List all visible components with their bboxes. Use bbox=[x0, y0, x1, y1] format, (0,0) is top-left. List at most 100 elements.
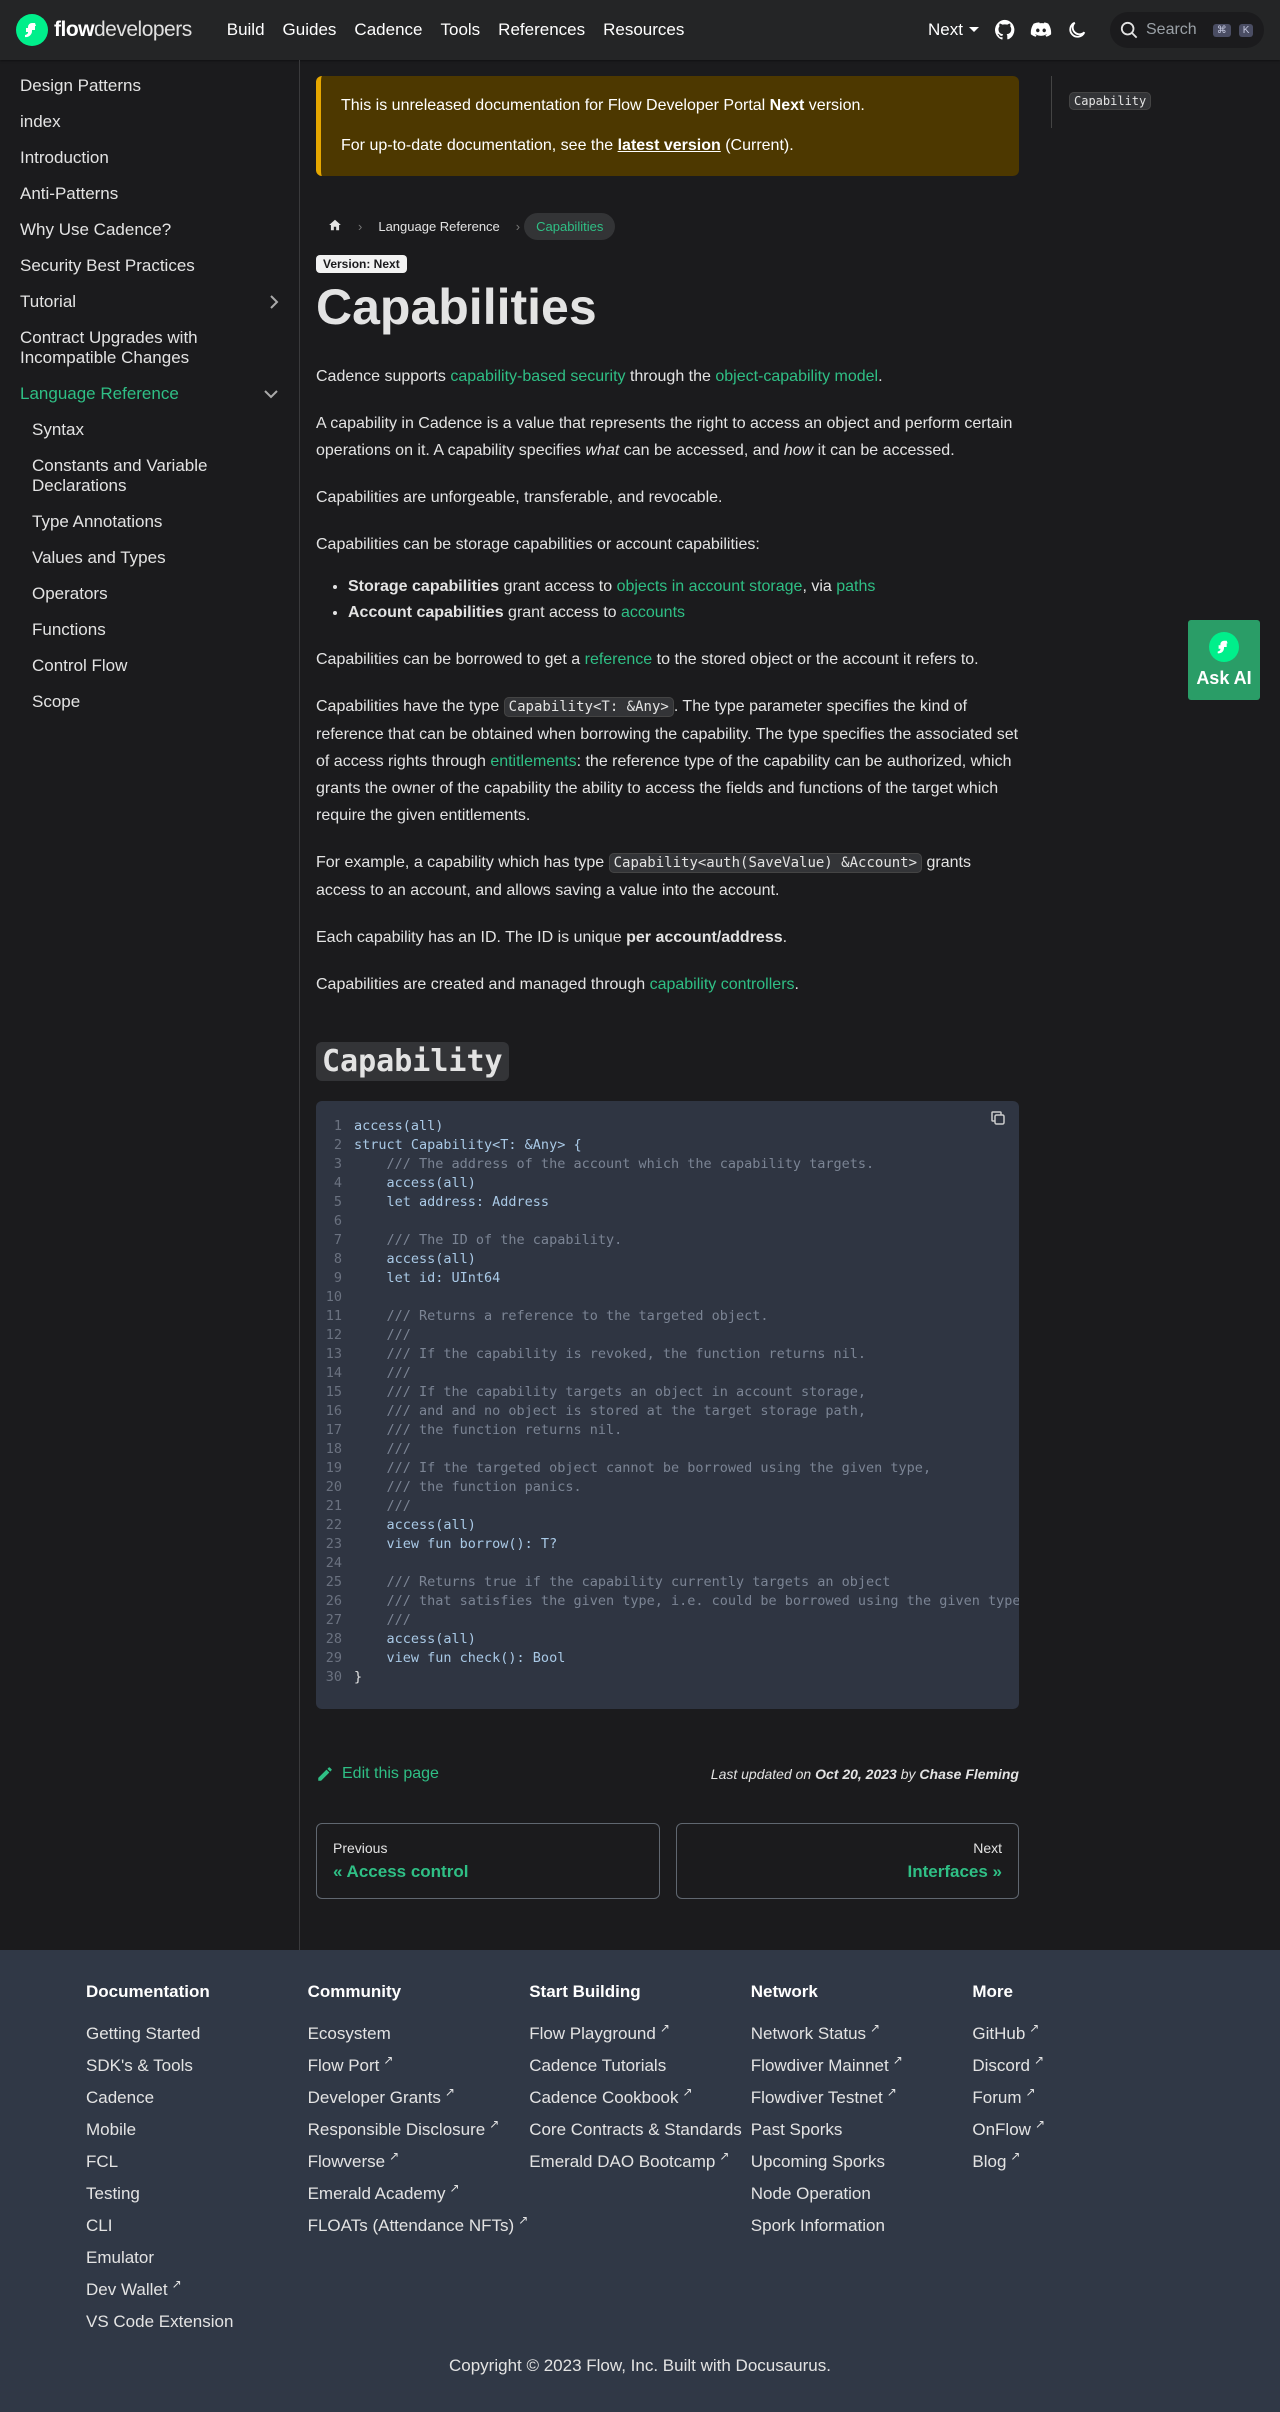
paragraph-4: Capabilities can be storage capabilities… bbox=[316, 536, 760, 553]
sidebar-item-label: Security Best Practices bbox=[20, 256, 195, 275]
object-capability-model-link[interactable]: object-capability model bbox=[715, 368, 878, 385]
footer-link[interactable]: Testing bbox=[86, 2178, 308, 2210]
sidebar-item-syntax[interactable]: Syntax bbox=[12, 412, 287, 448]
footer-link-label: Emerald Academy bbox=[307, 2184, 446, 2203]
line-number: 8 bbox=[333, 1251, 342, 1267]
footer-link[interactable]: Upcoming Sporks bbox=[751, 2146, 973, 2178]
footer-link[interactable]: Mobile bbox=[86, 2114, 308, 2146]
sidebar-item-index[interactable]: index bbox=[12, 104, 287, 140]
footer-link[interactable]: Emulator bbox=[86, 2242, 308, 2274]
footer-link[interactable]: FLOATs (Attendance NFTs) ↗ bbox=[308, 2210, 530, 2242]
nav-tools[interactable]: Tools bbox=[431, 20, 489, 40]
footer-link[interactable]: Dev Wallet ↗ bbox=[86, 2274, 308, 2306]
sidebar-item-introduction[interactable]: Introduction bbox=[12, 140, 287, 176]
sidebar-item-security[interactable]: Security Best Practices bbox=[12, 248, 287, 284]
capability-based-security-link[interactable]: capability-based security bbox=[450, 368, 625, 385]
sidebar-item-design-patterns[interactable]: Design Patterns bbox=[12, 68, 287, 104]
sidebar-item-why-use-cadence[interactable]: Why Use Cadence? bbox=[12, 212, 287, 248]
sidebar-item-contract-upgrades[interactable]: Contract Upgrades with Incompatible Chan… bbox=[12, 320, 287, 376]
kbd-cmd: ⌘ bbox=[1212, 23, 1231, 37]
chevron-down-icon bbox=[969, 27, 979, 32]
paths-link[interactable]: paths bbox=[836, 578, 875, 595]
breadcrumb-home[interactable] bbox=[316, 212, 354, 241]
sidebar-item-constants[interactable]: Constants and Variable Declarations bbox=[12, 448, 287, 504]
footer-link[interactable]: Past Sporks bbox=[751, 2114, 973, 2146]
ask-ai-button[interactable]: Ask AI bbox=[1188, 620, 1260, 700]
footer-link[interactable]: Flowdiver Mainnet ↗ bbox=[751, 2050, 973, 2082]
nav-cadence[interactable]: Cadence bbox=[345, 20, 431, 40]
code-line: 18 /// bbox=[316, 1440, 1019, 1459]
code-line: 24 bbox=[316, 1554, 1019, 1573]
next-page-link[interactable]: Next Interfaces » bbox=[675, 1823, 1019, 1899]
footer-link[interactable]: GitHub ↗ bbox=[972, 2018, 1194, 2050]
sidebar-item-label: Introduction bbox=[20, 148, 109, 167]
footer-link[interactable]: OnFlow ↗ bbox=[972, 2114, 1194, 2146]
logo[interactable]: flowdevelopers bbox=[16, 14, 192, 46]
accounts-link[interactable]: accounts bbox=[621, 604, 685, 621]
sidebar-item-type-annotations[interactable]: Type Annotations bbox=[12, 504, 287, 540]
version-dropdown[interactable]: Next bbox=[928, 20, 980, 40]
sidebar-item-scope[interactable]: Scope bbox=[12, 684, 287, 720]
footer-link[interactable]: Flow Port ↗ bbox=[308, 2050, 530, 2082]
copy-icon[interactable] bbox=[989, 1109, 1007, 1127]
line-number: 17 bbox=[325, 1422, 342, 1438]
footer-link[interactable]: Core Contracts & Standards bbox=[529, 2114, 751, 2146]
code-line: 14 /// bbox=[316, 1364, 1019, 1383]
footer-link[interactable]: Emerald Academy ↗ bbox=[308, 2178, 530, 2210]
sidebar-item-values-and-types[interactable]: Values and Types bbox=[12, 540, 287, 576]
footer-link[interactable]: Forum ↗ bbox=[972, 2082, 1194, 2114]
moon-icon[interactable] bbox=[1066, 19, 1088, 41]
objects-in-account-storage-link[interactable]: objects in account storage bbox=[617, 578, 803, 595]
footer-link[interactable]: CLI bbox=[86, 2210, 308, 2242]
footer-link-label: Mobile bbox=[86, 2120, 137, 2139]
reference-link[interactable]: reference bbox=[585, 651, 653, 668]
edit-this-page-link[interactable]: Edit this page bbox=[316, 1765, 439, 1783]
footer-link-label: Emulator bbox=[86, 2248, 155, 2267]
entitlements-link[interactable]: entitlements bbox=[490, 753, 576, 770]
footer-link-label: Cadence Tutorials bbox=[529, 2056, 667, 2075]
sidebar-item-language-reference[interactable]: Language Reference bbox=[12, 376, 287, 412]
footer-link[interactable]: FCL bbox=[86, 2146, 308, 2178]
nav-guides[interactable]: Guides bbox=[274, 20, 346, 40]
footer-column: Network Network Status ↗ Flowdiver Mainnet ↗… bbox=[751, 1982, 973, 2338]
footer-link[interactable]: Flow Playground ↗ bbox=[529, 2018, 751, 2050]
capability-controllers-link[interactable]: capability controllers bbox=[650, 976, 795, 993]
previous-page-link[interactable]: Previous « Access control bbox=[316, 1823, 660, 1899]
chevron-right-icon[interactable] bbox=[269, 294, 279, 310]
footer-link[interactable]: Getting Started bbox=[86, 2018, 308, 2050]
github-icon[interactable] bbox=[994, 19, 1016, 41]
footer-column-title: Community bbox=[307, 1982, 402, 2001]
footer-link[interactable]: Emerald DAO Bootcamp ↗ bbox=[529, 2146, 751, 2178]
sidebar-item-control-flow[interactable]: Control Flow bbox=[12, 648, 287, 684]
sidebar-item-operators[interactable]: Operators bbox=[12, 576, 287, 612]
footer-link[interactable]: Flowdiver Testnet ↗ bbox=[751, 2082, 973, 2114]
sidebar-item-functions[interactable]: Functions bbox=[12, 612, 287, 648]
footer-link[interactable]: Spork Information bbox=[751, 2210, 973, 2242]
footer-link-label: Forum bbox=[972, 2088, 1022, 2107]
footer-link[interactable]: Cadence Tutorials bbox=[529, 2050, 751, 2082]
footer-link[interactable]: Responsible Disclosure ↗ bbox=[308, 2114, 530, 2146]
footer-link[interactable]: Blog ↗ bbox=[972, 2146, 1194, 2178]
footer-link[interactable]: Node Operation bbox=[751, 2178, 973, 2210]
search-button[interactable]: Search ⌘ K bbox=[1110, 12, 1264, 48]
chevron-down-icon[interactable] bbox=[263, 389, 279, 399]
footer-link[interactable]: Cadence bbox=[86, 2082, 308, 2114]
footer-link[interactable]: Cadence Cookbook ↗ bbox=[529, 2082, 751, 2114]
footer-link[interactable]: Network Status ↗ bbox=[751, 2018, 973, 2050]
nav-references[interactable]: References bbox=[489, 20, 594, 40]
nav-resources[interactable]: Resources bbox=[594, 20, 693, 40]
sidebar-item-anti-patterns[interactable]: Anti-Patterns bbox=[12, 176, 287, 212]
toc-item-capability[interactable]: Capability bbox=[1069, 92, 1152, 110]
nav-build[interactable]: Build bbox=[218, 20, 274, 40]
footer-link[interactable]: Ecosystem bbox=[308, 2018, 530, 2050]
footer-link[interactable]: Discord ↗ bbox=[972, 2050, 1194, 2082]
code-text: /// Returns a reference to the targeted … bbox=[354, 1308, 769, 1324]
footer-link[interactable]: Developer Grants ↗ bbox=[308, 2082, 530, 2114]
sidebar-item-tutorial[interactable]: Tutorial bbox=[12, 284, 287, 320]
discord-icon[interactable] bbox=[1030, 19, 1052, 41]
footer-link[interactable]: VS Code Extension bbox=[86, 2306, 308, 2338]
breadcrumb-language-reference[interactable]: Language Reference bbox=[366, 213, 511, 240]
footer-link[interactable]: SDK's & Tools bbox=[86, 2050, 308, 2082]
footer-link[interactable]: Flowverse ↗ bbox=[308, 2146, 530, 2178]
latest-version-link[interactable]: latest version bbox=[618, 137, 721, 154]
